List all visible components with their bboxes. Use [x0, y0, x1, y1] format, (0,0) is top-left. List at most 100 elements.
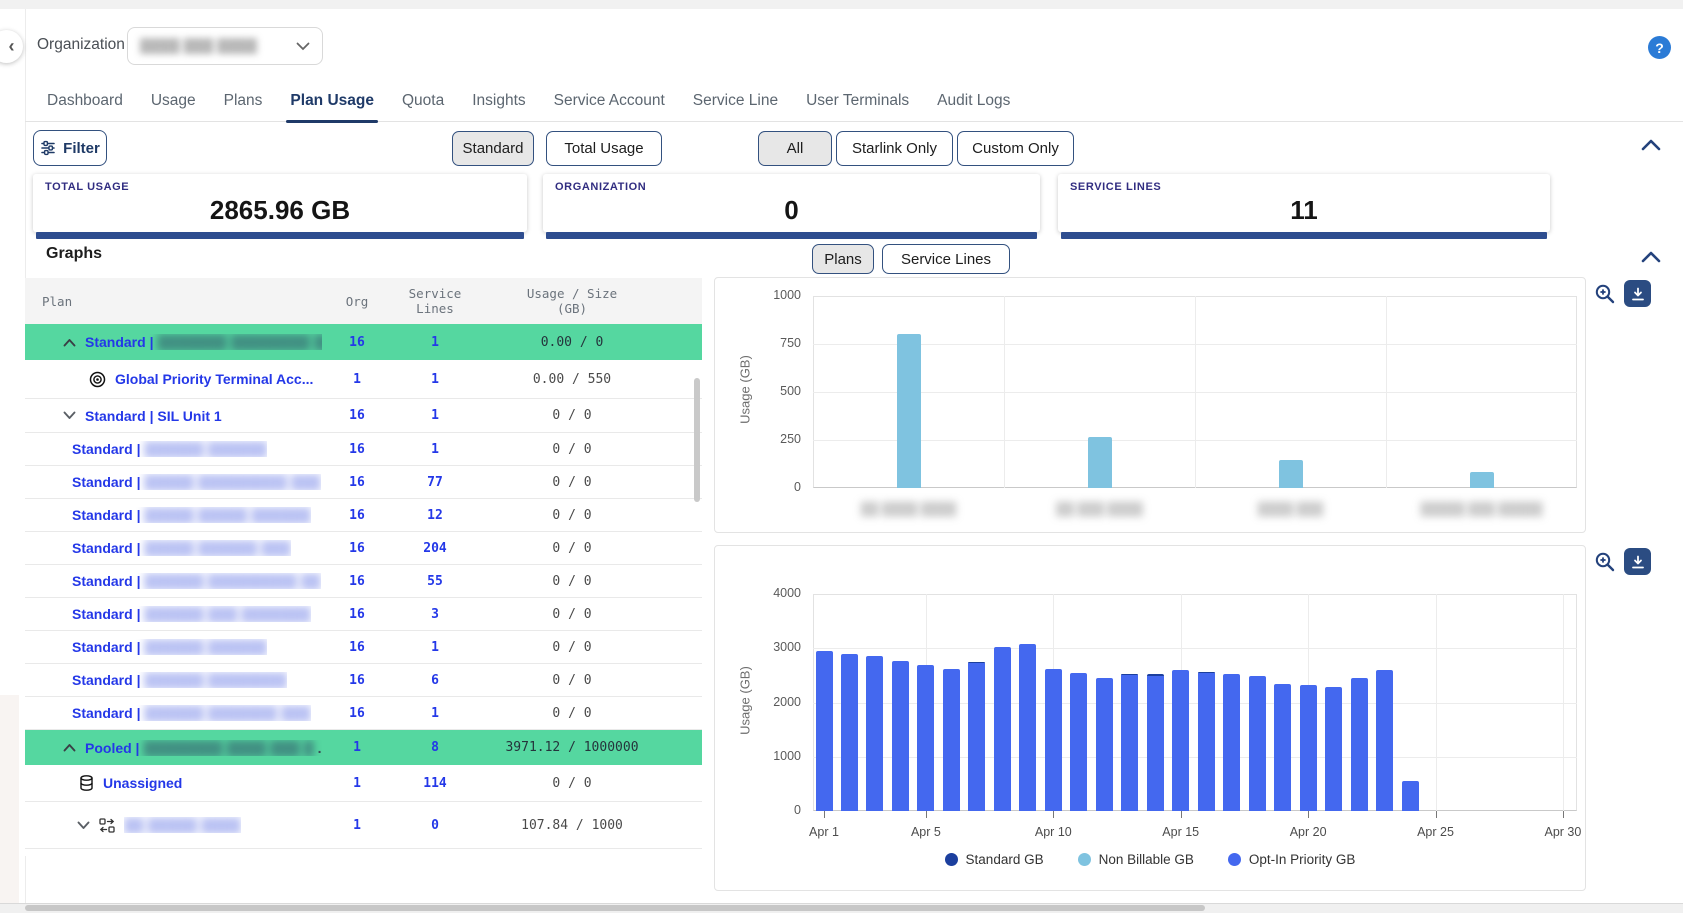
chart1-download-button[interactable]	[1624, 280, 1651, 307]
chevron-up-icon[interactable]	[63, 743, 76, 752]
bar-non-billable	[1279, 460, 1303, 488]
tab-quota[interactable]: Quota	[388, 80, 458, 122]
org-count: 16	[322, 640, 392, 655]
graph-toggle-plans[interactable]: Plans	[812, 244, 874, 274]
legend-label: Non Billable GB	[1099, 852, 1194, 867]
collapse-graphs-section-button[interactable]	[1638, 244, 1664, 270]
stat-card-total-usage: TOTAL USAGE 2865.96 GB	[33, 174, 527, 232]
tab-plan-usage[interactable]: Plan Usage	[276, 80, 388, 122]
x-tick-label: Apr 10	[1023, 825, 1083, 839]
org-count: 1	[322, 372, 392, 387]
organization-dropdown[interactable]: ████ ███ ████	[127, 27, 323, 65]
filter-button[interactable]: Filter	[33, 130, 107, 166]
column-header-plan[interactable]: Plan	[25, 294, 322, 309]
x-tick-mark	[926, 811, 927, 818]
view-toggle-total-usage[interactable]: Total Usage	[546, 131, 662, 166]
plan-name-link[interactable]: Pooled | ████████ ████ ███ █ .	[85, 740, 322, 756]
org-count: 16	[322, 574, 392, 589]
legend-label: Opt-In Priority GB	[1249, 852, 1356, 867]
tab-plans[interactable]: Plans	[210, 80, 277, 122]
table-row[interactable]: Standard | █████ ██████ ███162040 / 0	[25, 532, 702, 565]
plan-name-link[interactable]: Standard | ██████ ██████	[72, 441, 267, 457]
bar-opt-in-priority	[968, 663, 985, 811]
tab-service-account[interactable]: Service Account	[540, 80, 679, 122]
bar-opt-in-priority	[1045, 669, 1062, 811]
table-row[interactable]: ███ █ █ ████102415.87 / 100000	[25, 849, 702, 856]
scope-toggle-starlink-only[interactable]: Starlink Only	[836, 131, 953, 166]
table-row[interactable]: Standard | ██████ ██████1610 / 0	[25, 631, 702, 664]
plan-name-redacted: █████ █████ ██████	[144, 507, 310, 523]
grid-line-vertical	[1386, 296, 1387, 488]
legend-item[interactable]: Non Billable GB	[1078, 852, 1194, 867]
scope-toggle-custom-only[interactable]: Custom Only	[957, 131, 1074, 166]
plan-name-link[interactable]: Standard | ██████ ████████	[72, 672, 287, 688]
plan-name-link[interactable]: Standard | ██████ ███ ███████	[72, 606, 311, 622]
table-row[interactable]: Standard | ██████ ███ ███████1630 / 0	[25, 598, 702, 631]
table-row[interactable]: Standard | █████ █████ ██████16120 / 0	[25, 499, 702, 532]
plan-name-link[interactable]: Standard | █████ █████████ ███	[72, 474, 321, 490]
grid-line-vertical	[1004, 296, 1005, 488]
x-tick-mark	[1053, 811, 1054, 818]
legend-item[interactable]: Opt-In Priority GB	[1228, 852, 1356, 867]
plan-cell: Standard | █████ █████████ ███	[25, 474, 322, 490]
chevron-down-icon[interactable]	[77, 821, 90, 830]
graph-toggle-service-lines[interactable]: Service Lines	[882, 244, 1010, 274]
service-lines-count: 1	[392, 640, 478, 655]
tab-service-line[interactable]: Service Line	[679, 80, 792, 122]
plan-table-header: Plan Org Service Lines Usage / Size (GB)	[25, 278, 702, 324]
plan-name-link[interactable]: ██ █████ ████	[124, 817, 241, 833]
collapse-filter-section-button[interactable]	[1638, 132, 1664, 158]
plan-cell: ██ █████ ████	[25, 817, 322, 833]
view-toggle-standard[interactable]: Standard	[452, 131, 534, 166]
column-header-org[interactable]: Org	[322, 294, 392, 309]
plan-name-link[interactable]: Standard | ██████ ███████ ███	[72, 705, 311, 721]
plan-type-prefix: Standard |	[72, 474, 144, 490]
table-row[interactable]: Standard | ██████ ████████1660 / 0	[25, 664, 702, 697]
plan-name-link[interactable]: Global Priority Terminal Acc...	[115, 371, 313, 387]
horizontal-scrollbar-thumb[interactable]	[25, 905, 1205, 911]
plan-name-link[interactable]: Standard | SIL Unit 1	[85, 408, 222, 424]
table-row[interactable]: Unassigned11140 / 0	[25, 765, 702, 802]
chart1-zoom-button[interactable]	[1592, 281, 1618, 307]
table-row[interactable]: ██ █████ ████10107.84 / 1000	[25, 802, 702, 849]
tab-usage[interactable]: Usage	[137, 80, 210, 122]
stat-label: TOTAL USAGE	[45, 181, 129, 193]
tab-dashboard[interactable]: Dashboard	[33, 80, 137, 122]
chart2-zoom-button[interactable]	[1592, 549, 1618, 575]
column-header-usage-size[interactable]: Usage / Size (GB)	[478, 286, 666, 316]
plan-type-prefix: Standard |	[72, 705, 144, 721]
usage-size-value: 0 / 0	[478, 508, 666, 523]
table-row[interactable]: Global Priority Terminal Acc...110.00 / …	[25, 360, 702, 399]
chart2-download-button[interactable]	[1624, 548, 1651, 575]
table-row[interactable]: Pooled | ████████ ████ ███ █ .183971.12 …	[25, 730, 702, 765]
table-row[interactable]: Standard | █████ █████████ ███16770 / 0	[25, 466, 702, 499]
chevron-up-icon[interactable]	[63, 338, 76, 347]
tab-audit-logs[interactable]: Audit Logs	[923, 80, 1024, 122]
help-button[interactable]: ?	[1648, 36, 1671, 59]
x-tick-label: Apr 20	[1278, 825, 1338, 839]
tab-user-terminals[interactable]: User Terminals	[792, 80, 923, 122]
table-scrollbar-thumb[interactable]	[694, 378, 700, 502]
grid-line-horizontal	[813, 648, 1577, 649]
table-row[interactable]: Standard | ██████ █████████ ██16550 / 0	[25, 565, 702, 598]
bar-non-billable	[1088, 437, 1112, 488]
table-row[interactable]: Standard | ███████ ████████ ██ ..1610.00…	[25, 324, 702, 360]
plan-name-link[interactable]: Standard | ██████ ██████	[72, 639, 267, 655]
tab-insights[interactable]: Insights	[458, 80, 539, 122]
table-row[interactable]: Standard | SIL Unit 11610 / 0	[25, 399, 702, 433]
table-row[interactable]: Standard | ██████ ███████ ███1610 / 0	[25, 697, 702, 730]
plan-name-link[interactable]: Unassigned	[103, 775, 182, 791]
usage-size-value: 0 / 0	[478, 475, 666, 490]
legend-item[interactable]: Standard GB	[945, 852, 1044, 867]
plan-name-link[interactable]: Standard | ██████ █████████ ██	[72, 573, 321, 589]
plan-name-link[interactable]: Standard | █████ █████ ██████	[72, 507, 311, 523]
service-lines-count: 12	[392, 508, 478, 523]
table-row[interactable]: Standard | ██████ ██████1610 / 0	[25, 433, 702, 466]
back-button[interactable]: ‹	[0, 30, 23, 63]
scope-toggle-all[interactable]: All	[758, 131, 832, 166]
plan-name-link[interactable]: Standard | █████ ██████ ███	[72, 540, 291, 556]
left-panel-sliver	[0, 695, 19, 903]
plan-name-link[interactable]: Standard | ███████ ████████ ██ ..	[85, 334, 322, 350]
chevron-down-icon[interactable]	[63, 411, 76, 420]
column-header-service-lines[interactable]: Service Lines	[392, 286, 478, 316]
